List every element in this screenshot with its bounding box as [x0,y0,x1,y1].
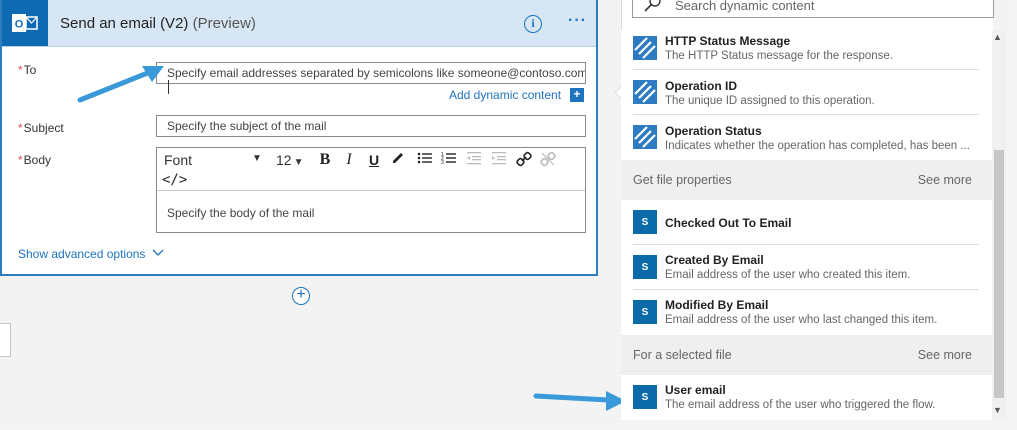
item-title: Operation Status [665,124,762,138]
http-operations-icon [633,80,657,104]
dynamic-search-input[interactable]: Search dynamic content [632,0,994,18]
annotation-arrow-to [77,66,164,103]
dynamic-item-operation-id[interactable]: Operation ID The unique ID assigned to t… [621,70,992,115]
item-title: Created By Email [665,253,764,267]
see-more-link[interactable]: See more [918,173,972,187]
see-more-link[interactable]: See more [918,348,972,362]
dynamic-item-http-status[interactable]: HTTP Status Message The HTTP Status mess… [621,30,992,70]
http-operations-icon [633,36,657,60]
scroll-down-icon[interactable]: ▼ [993,405,1002,415]
chevron-down-icon: ▼ [293,157,304,168]
underline-icon[interactable]: U [365,151,383,169]
sharepoint-icon: S [633,300,657,324]
scroll-thumb[interactable] [994,150,1004,398]
link-icon[interactable] [515,151,533,169]
section-title: For a selected file [633,348,732,362]
previous-step-stub[interactable] [0,323,11,357]
dynamic-item-user-email[interactable]: S User email The email address of the us… [621,375,992,420]
panel-scrollbar[interactable]: ▲ ▼ [992,30,1006,420]
item-desc: Email address of the user who created th… [665,269,911,281]
item-title: Operation ID [665,79,738,93]
subject-label: *Subject [18,121,64,135]
code-view-icon[interactable]: </> [162,172,187,188]
outlook-icon: O [2,0,48,46]
scroll-up-icon[interactable]: ▲ [993,32,1002,42]
numbered-list-icon[interactable]: 123 [440,151,458,169]
section-get-file-properties: Get file properties See more [621,160,992,200]
sharepoint-icon: S [633,255,657,279]
increase-indent-icon[interactable] [490,151,508,169]
bold-icon[interactable]: B [316,151,334,169]
item-title: Checked Out To Email [665,216,792,230]
item-title: User email [665,383,726,397]
item-desc: The HTTP Status message for the response… [665,50,893,62]
to-label: *To [18,63,37,77]
item-desc: Email address of the user who last chang… [665,314,938,326]
svg-text:O: O [15,19,24,31]
sharepoint-icon: S [633,385,657,409]
to-input[interactable]: Specify email addresses separated by sem… [156,62,586,84]
card-title: Send an email (V2) (Preview) [60,15,256,32]
more-icon[interactable]: ··· [568,12,587,30]
add-step-icon[interactable]: + [292,287,310,305]
search-placeholder: Search dynamic content [675,0,815,13]
highlight-pen-icon[interactable] [389,151,407,169]
decrease-indent-icon[interactable] [465,151,483,169]
rte-divider [157,190,585,191]
dynamic-item-operation-status[interactable]: Operation Status Indicates whether the o… [621,115,992,160]
item-title: HTTP Status Message [665,34,791,48]
item-title: Modified By Email [665,298,769,312]
info-icon[interactable]: i [524,15,542,33]
show-advanced-options-link[interactable]: Show advanced options [18,247,164,261]
sharepoint-icon: S [633,210,657,234]
search-icon [644,0,661,12]
send-email-card: O Send an email (V2) (Preview) i ··· *To… [0,0,598,276]
annotation-arrow-user-email [533,391,626,411]
item-desc: Indicates whether the operation has comp… [665,140,970,152]
card-header[interactable]: O Send an email (V2) (Preview) i ··· [2,0,596,47]
chevron-down-icon: ▼ [252,153,262,164]
italic-icon[interactable]: I [340,151,358,169]
add-dynamic-content-icon[interactable]: + [570,88,584,102]
dynamic-item-created-by-email[interactable]: S Created By Email Email address of the … [621,245,992,290]
section-for-selected-file: For a selected file See more [621,335,992,375]
card-title-text: Send an email (V2) [60,15,189,32]
body-label: *Body [18,153,52,167]
item-desc: The email address of the user who trigge… [665,399,936,411]
svg-text:3: 3 [441,160,444,165]
body-editor[interactable]: Font ▼ 12 ▼ B I U 123 </> Specify the bo… [156,147,586,233]
card-preview-tag: (Preview) [192,15,256,32]
bulleted-list-icon[interactable] [416,151,434,169]
http-operations-icon [633,125,657,149]
section-title: Get file properties [633,173,732,187]
dynamic-item-modified-by-email[interactable]: S Modified By Email Email address of the… [621,290,992,335]
rte-toolbar: Font ▼ 12 ▼ B I U 123 </> [157,148,585,190]
chevron-down-icon [152,249,164,256]
font-select[interactable]: Font ▼ [164,152,262,168]
dynamic-item-checked-out-to-email[interactable]: S Checked Out To Email [621,200,992,245]
add-dynamic-content-link[interactable]: Add dynamic content [449,88,561,102]
font-size-select[interactable]: 12 ▼ [276,152,303,168]
item-desc: The unique ID assigned to this operation… [665,95,875,107]
unlink-icon[interactable] [539,151,557,169]
subject-input[interactable]: Specify the subject of the mail [156,115,586,137]
body-placeholder: Specify the body of the mail [167,206,315,220]
